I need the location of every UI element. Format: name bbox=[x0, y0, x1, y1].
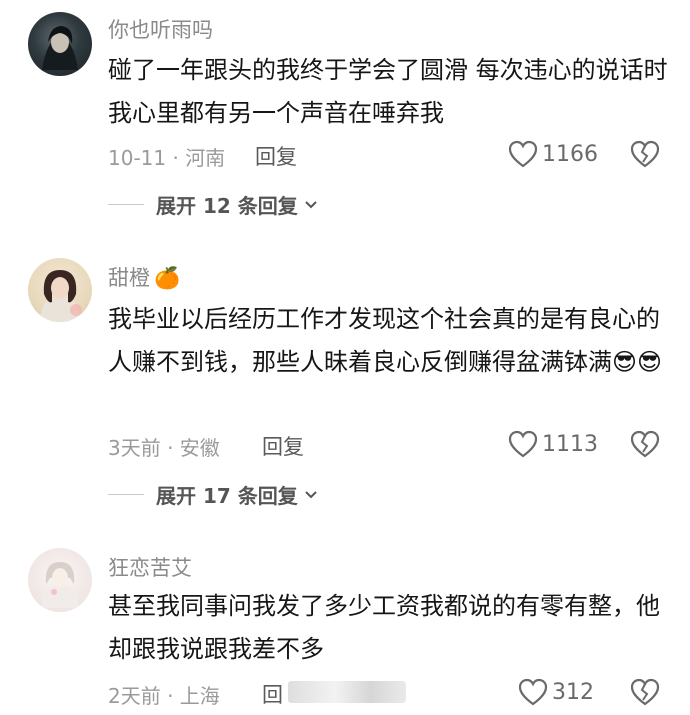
username[interactable]: 狂恋苦艾 bbox=[108, 552, 192, 582]
divider bbox=[108, 204, 144, 205]
like-count: 1113 bbox=[542, 431, 598, 457]
chevron-down-icon bbox=[305, 490, 317, 498]
broken-heart-icon bbox=[630, 678, 660, 706]
heart-outline-icon bbox=[518, 678, 548, 706]
like-count: 1166 bbox=[542, 141, 598, 167]
expand-replies-button[interactable]: 展开 12 条回复 bbox=[108, 190, 318, 219]
heart-outline-icon bbox=[508, 140, 538, 168]
avatar[interactable] bbox=[28, 12, 92, 76]
heart-outline-icon bbox=[508, 430, 538, 458]
dislike-button[interactable] bbox=[630, 678, 660, 710]
reply-button[interactable]: 回复 bbox=[262, 431, 304, 461]
username[interactable]: 你也听雨吗 bbox=[108, 14, 213, 44]
like-count: 312 bbox=[552, 679, 594, 705]
like-button[interactable]: 1166 bbox=[508, 140, 598, 168]
comment-date-location: 2天前 · 上海 bbox=[108, 684, 220, 708]
chevron-down-icon bbox=[305, 200, 317, 208]
broken-heart-icon bbox=[630, 430, 660, 458]
dislike-button[interactable] bbox=[630, 430, 660, 462]
like-button[interactable]: 312 bbox=[518, 678, 594, 706]
expand-replies-label: 展开 17 条回复 bbox=[156, 484, 298, 508]
broken-heart-icon bbox=[630, 140, 660, 168]
orange-emoji: 🍊 bbox=[154, 266, 181, 290]
comment-list: 你也听雨吗 碰了一年跟头的我终于学会了圆滑 每次违心的说话时我心里都有另一个声音… bbox=[0, 0, 690, 715]
comment-text: 我毕业以后经历工作才发现这个社会真的是有良心的人赚不到钱，那些人昧着良心反倒赚得… bbox=[108, 305, 663, 376]
divider bbox=[108, 494, 144, 495]
expand-replies-label: 展开 12 条回复 bbox=[156, 194, 298, 218]
avatar[interactable] bbox=[28, 548, 92, 612]
username[interactable]: 甜橙 🍊 bbox=[108, 262, 180, 292]
watermark bbox=[288, 681, 406, 703]
reply-button[interactable]: 回复 bbox=[255, 141, 297, 171]
comment-text: 碰了一年跟头的我终于学会了圆滑 每次违心的说话时我心里都有另一个声音在唾弃我 bbox=[108, 56, 668, 127]
comment-date-location: 3天前 · 安徽 bbox=[108, 436, 220, 460]
avatar[interactable] bbox=[28, 258, 92, 322]
expand-replies-button[interactable]: 展开 17 条回复 bbox=[108, 480, 318, 509]
comment-date-location: 10-11 · 河南 bbox=[108, 146, 226, 170]
like-button[interactable]: 1113 bbox=[508, 430, 598, 458]
dislike-button[interactable] bbox=[630, 140, 660, 172]
reply-button[interactable]: 回 bbox=[262, 679, 283, 709]
comment-text: 甚至我同事问我发了多少工资我都说的有零有整，他却跟我说跟我差不多 bbox=[108, 592, 660, 663]
